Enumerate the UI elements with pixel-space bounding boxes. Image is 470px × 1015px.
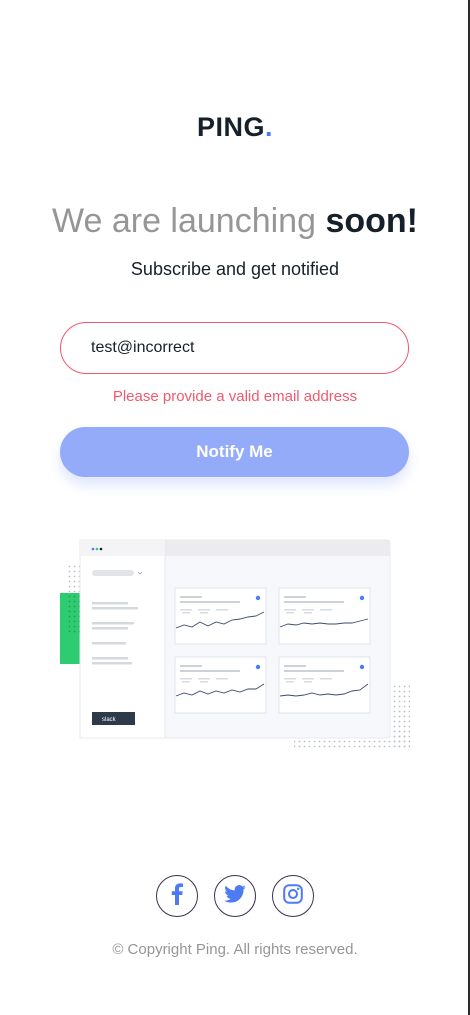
dashboard-illustration: slack bbox=[58, 530, 412, 755]
notify-me-button[interactable]: Notify Me bbox=[60, 427, 409, 477]
copyright-text: © Copyright Ping. All rights reserved. bbox=[112, 941, 358, 958]
email-field-wrapper bbox=[60, 322, 409, 374]
email-field[interactable] bbox=[91, 339, 381, 357]
headline-bold: soon! bbox=[325, 202, 418, 240]
twitter-icon bbox=[224, 884, 246, 908]
instagram-link[interactable] bbox=[272, 875, 314, 917]
subheading: Subscribe and get notified bbox=[130, 259, 340, 279]
slack-badge: slack bbox=[102, 717, 117, 723]
page-title: We are launching soon! bbox=[0, 198, 470, 244]
email-error-message: Please provide a valid email address bbox=[112, 388, 358, 405]
logo: PING. bbox=[0, 112, 470, 143]
logo-dot: . bbox=[265, 112, 274, 142]
social-links bbox=[0, 875, 470, 917]
logo-text: PING bbox=[196, 112, 265, 142]
headline-light: We are launching bbox=[52, 202, 316, 240]
facebook-link[interactable] bbox=[156, 875, 198, 917]
facebook-icon bbox=[171, 882, 183, 910]
instagram-icon bbox=[283, 883, 303, 909]
twitter-link[interactable] bbox=[214, 875, 256, 917]
